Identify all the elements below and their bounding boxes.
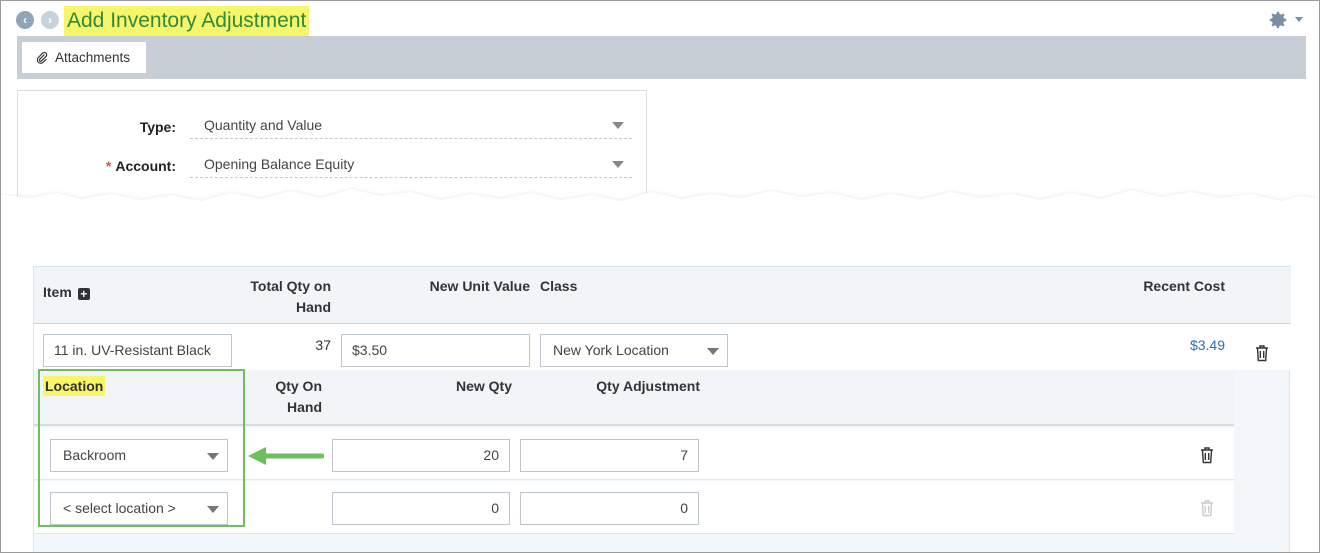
chevron-down-icon <box>612 161 624 168</box>
new-unit-value-input[interactable]: $3.50 <box>341 334 530 367</box>
forward-icon[interactable]: › <box>41 11 59 29</box>
paperclip-icon <box>36 51 48 64</box>
item-header: Item + <box>43 282 90 303</box>
chevron-down-icon <box>707 348 719 355</box>
gear-icon[interactable] <box>1267 9 1289 31</box>
type-label: Type: <box>139 119 176 135</box>
item-header-text: Item <box>43 284 72 300</box>
back-icon[interactable]: ‹ <box>16 11 34 29</box>
new-qty-header: New Qty <box>455 378 512 394</box>
page-title: Add Inventory Adjustment <box>64 6 310 36</box>
item-input[interactable]: 11 in. UV-Resistant Black <box>43 334 232 367</box>
recent-cost-header: Recent Cost <box>1143 278 1225 294</box>
qty-adjustment-input[interactable]: 7 <box>520 439 699 472</box>
location-highlight-box <box>38 369 245 527</box>
account-value: Opening Balance Equity <box>204 156 355 172</box>
arrow-left-icon <box>248 447 324 465</box>
required-marker: * <box>105 158 112 174</box>
account-label: * Account: <box>26 158 176 174</box>
type-select[interactable]: Quantity and Value <box>190 113 632 139</box>
new-qty-input[interactable]: 20 <box>332 439 510 472</box>
torn-edge-divider <box>1 189 1319 251</box>
class-value: New York Location <box>553 342 669 358</box>
attachments-button[interactable]: Attachments <box>21 41 147 74</box>
chevron-down-icon <box>612 122 624 129</box>
qty-on-hand-header: Qty On Hand <box>254 376 322 418</box>
grid-header: Item + Total Qty on Hand New Unit Value C… <box>34 266 1291 324</box>
type-value: Quantity and Value <box>204 117 323 133</box>
toolbar: Attachments <box>17 36 1306 79</box>
new-qty-input[interactable]: 0 <box>332 492 510 525</box>
trash-icon-disabled <box>1201 500 1213 517</box>
recent-cost-link[interactable]: $3.49 <box>1164 337 1225 353</box>
table-row: 11 in. UV-Resistant Black 37 $3.50 New Y… <box>34 324 1291 370</box>
account-select[interactable]: Opening Balance Equity <box>190 152 632 178</box>
class-select[interactable]: New York Location <box>540 334 728 367</box>
trash-icon[interactable] <box>1199 446 1215 464</box>
settings-caret-icon[interactable] <box>1295 17 1303 22</box>
account-label-text: Account: <box>115 158 176 174</box>
new-unit-value-header: New Unit Value <box>429 278 530 294</box>
attachments-label: Attachments <box>55 50 131 65</box>
total-qty-header: Total Qty on Hand <box>234 276 331 318</box>
app-window: ‹ › Add Inventory Adjustment Attachments… <box>0 0 1320 553</box>
total-qty-header-line1: Total Qty on <box>250 278 331 294</box>
qty-adjustment-header: Qty Adjustment <box>596 378 700 394</box>
qty-on-hand-header-line1: Qty On <box>275 378 322 394</box>
qty-on-hand-header-line2: Hand <box>287 399 322 415</box>
class-header: Class <box>540 278 578 294</box>
trash-icon[interactable] <box>1254 344 1270 362</box>
total-qty-header-line2: Hand <box>296 299 331 315</box>
total-qty-value: 37 <box>315 337 331 353</box>
plus-icon[interactable]: + <box>77 288 90 300</box>
qty-adjustment-input[interactable]: 0 <box>520 492 699 525</box>
